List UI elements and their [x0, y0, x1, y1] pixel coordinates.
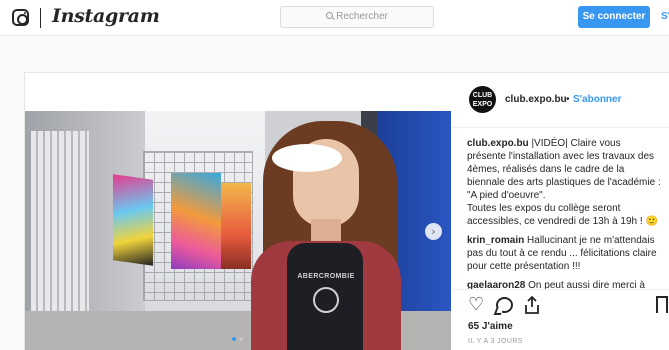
comments-list[interactable]: club.expo.bu |VIDÉO| Claire vous présent…	[467, 137, 662, 289]
search-placeholder: Rechercher	[336, 11, 388, 22]
signup-link[interactable]: S'	[661, 11, 669, 22]
separator-bullet: •	[566, 94, 570, 105]
carousel-dot	[239, 337, 243, 341]
actions-divider	[452, 289, 669, 290]
face-blur-mask	[272, 144, 342, 172]
login-button[interactable]: Se connecter	[578, 6, 650, 28]
tshirt-logo	[313, 287, 339, 313]
comment-icon[interactable]	[496, 297, 513, 313]
comment-text: Toutes les expos du collège seront acces…	[467, 203, 658, 227]
search-icon	[326, 12, 334, 19]
instagram-wordmark[interactable]: Instagram	[52, 5, 160, 27]
comment-username[interactable]: krin_romain	[467, 235, 524, 246]
carousel-dot-active	[232, 337, 236, 341]
author-avatar[interactable]: CLUB EXPO	[469, 86, 496, 113]
comment: krin_romain Hallucinant je ne m'attendai…	[467, 234, 662, 273]
bookmark-icon[interactable]	[656, 296, 668, 313]
author-username[interactable]: club.expo.bu	[505, 94, 567, 105]
post-timestamp: IL Y A 3 JOURS	[468, 338, 523, 345]
radiator	[31, 131, 89, 331]
artwork-1	[113, 174, 153, 266]
post-video[interactable]: ABERCROMBIE	[25, 111, 451, 350]
comment: gaelaaron28 On peut aussi dire merci à Z…	[467, 279, 662, 289]
top-navigation-bar: Instagram Rechercher Se connecter S'	[0, 0, 669, 36]
camera-icon[interactable]	[12, 9, 29, 26]
comment-username[interactable]: club.expo.bu	[467, 138, 529, 149]
likes-count[interactable]: 65 J'aime	[468, 321, 513, 332]
artwork-3	[221, 183, 251, 269]
avatar-logo-text: CLUB EXPO	[472, 92, 493, 108]
tshirt-print-text: ABERCROMBIE	[297, 273, 355, 280]
header-divider	[40, 8, 41, 28]
chevron-right-icon: ›	[431, 225, 436, 238]
next-slide-button[interactable]: ›	[425, 223, 442, 240]
heart-icon[interactable]: ♡	[468, 296, 484, 314]
caption: club.expo.bu |VIDÉO| Claire vous présent…	[467, 137, 662, 228]
search-input[interactable]: Rechercher	[280, 6, 434, 28]
share-icon[interactable]	[524, 296, 540, 314]
follow-button[interactable]: S'abonner	[573, 94, 622, 105]
comment-username[interactable]: gaelaaron28	[467, 280, 525, 289]
artwork-2	[171, 173, 221, 269]
